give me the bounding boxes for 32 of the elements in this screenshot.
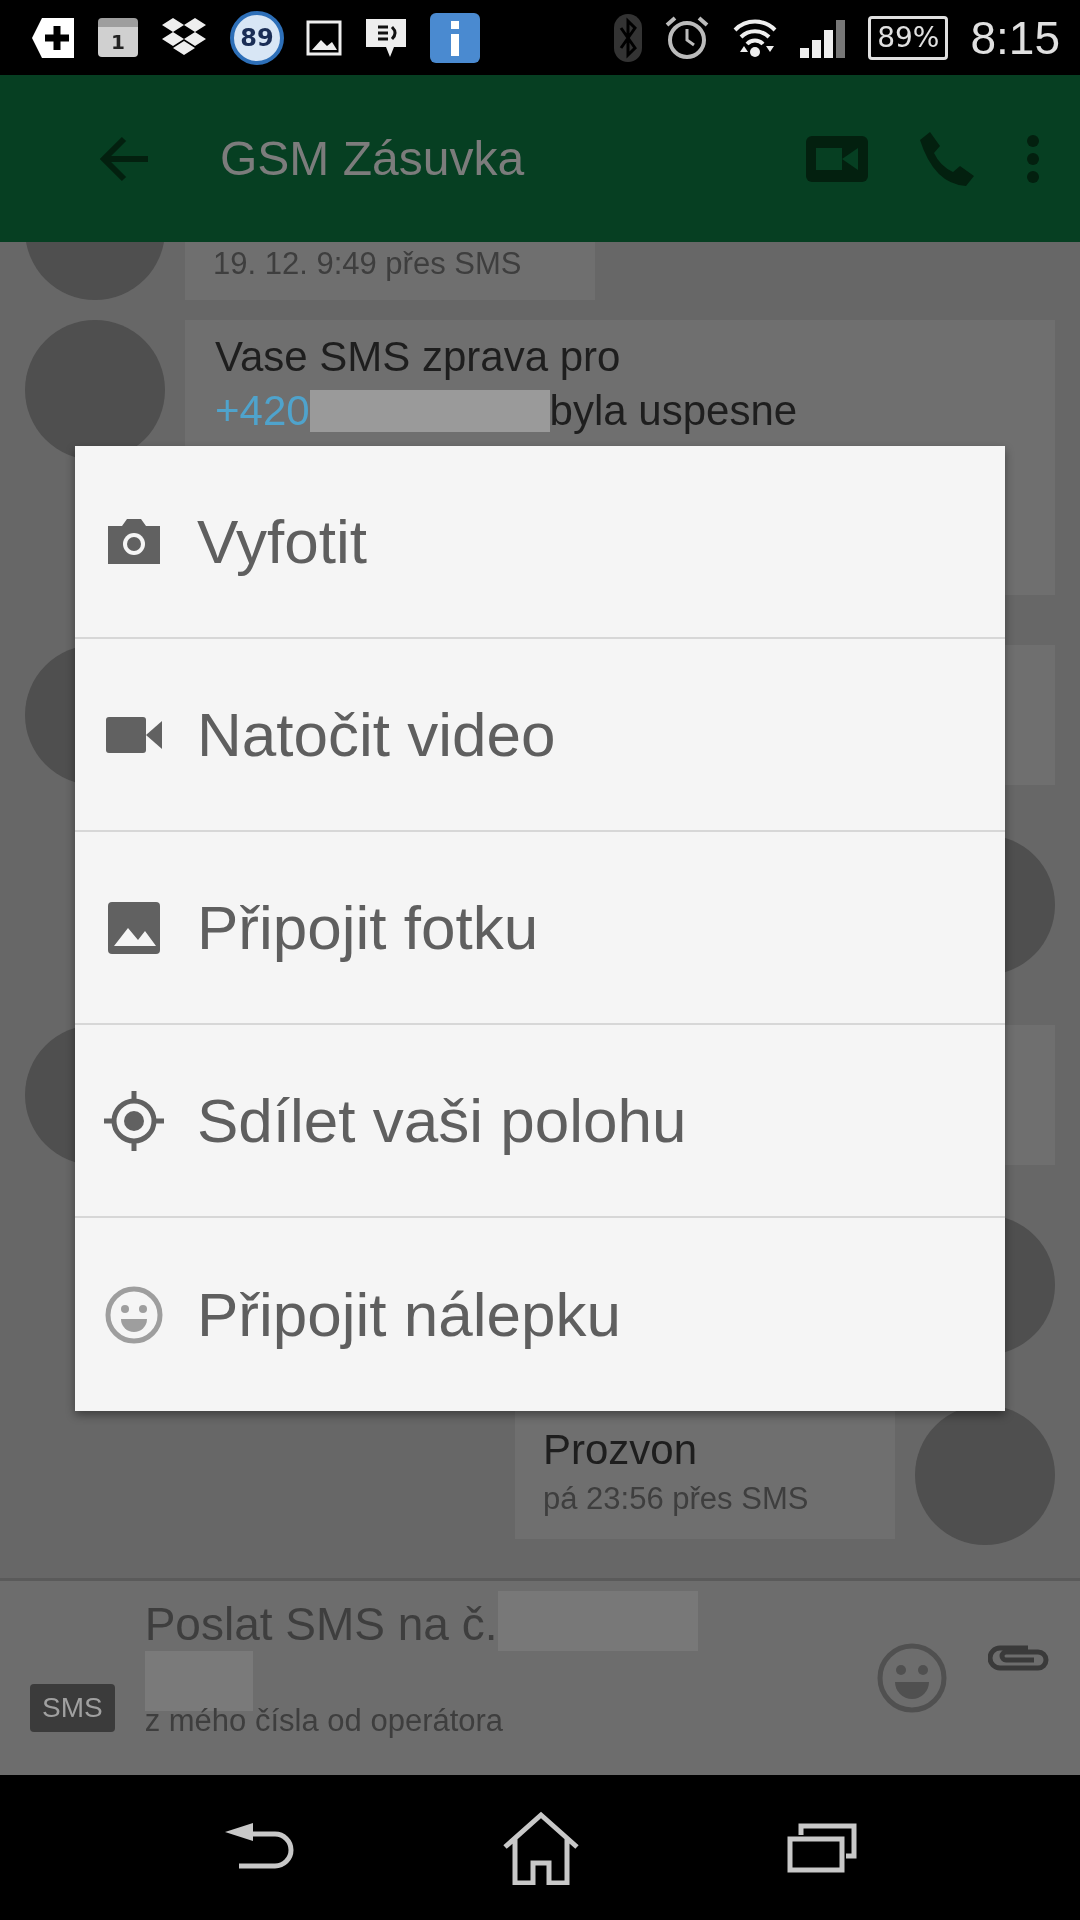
phone-icon[interactable] [918, 129, 976, 188]
recent-apps-icon[interactable] [787, 1822, 857, 1873]
menu-item[interactable]: Natočit video [75, 639, 1005, 832]
more-options-icon[interactable] [1026, 133, 1040, 184]
crosshair-icon [102, 1088, 166, 1153]
video-camera-icon [104, 714, 164, 755]
menu-item[interactable]: Vyfotit [75, 446, 1005, 639]
bluetooth-icon [614, 13, 643, 62]
menu-item[interactable]: Připojit nálepku [75, 1218, 1005, 1411]
message-text: Vase SMS zprava pro [215, 332, 622, 382]
sms-badge: SMS [30, 1684, 115, 1732]
chat-bubble-icon [364, 16, 408, 59]
hexagon-plus-icon [30, 15, 76, 60]
smiley-icon [104, 1284, 164, 1345]
info-icon [430, 12, 480, 63]
alarm-clock-icon [664, 14, 711, 61]
battery-indicator: 89% [868, 15, 949, 60]
image-icon [106, 899, 162, 956]
home-icon[interactable] [501, 1810, 581, 1885]
smiley-icon[interactable] [876, 1642, 948, 1714]
menu-item[interactable]: Sdílet vaši polohu [75, 1025, 1005, 1218]
progress-badge: 89 [230, 10, 284, 65]
video-camera-icon[interactable] [806, 135, 868, 182]
menu-item[interactable]: Připojit fotku [75, 832, 1005, 1025]
message-text: Prozvon [543, 1425, 699, 1475]
toolbar-title: GSM Zásuvka [220, 131, 526, 186]
calendar-icon: 1 [98, 18, 138, 57]
back-arrow-icon[interactable] [100, 135, 150, 182]
message-text: byla uspesne [549, 386, 798, 436]
clock-time: 8:15 [970, 10, 1060, 65]
signal-icon [800, 17, 847, 58]
image-icon [306, 19, 342, 56]
